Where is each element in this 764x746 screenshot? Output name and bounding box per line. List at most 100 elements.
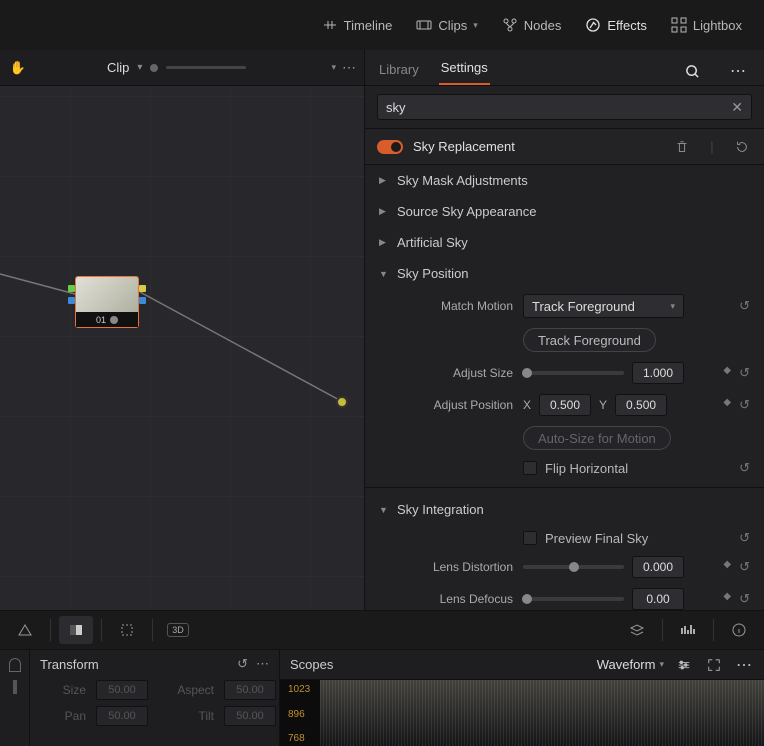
chevron-down-icon: ▼ — [379, 269, 389, 279]
adjust-position-y[interactable]: 0.500 — [615, 394, 667, 416]
reset-icon[interactable]: ↺ — [739, 298, 750, 314]
clips-button[interactable]: Clips ▾ — [406, 11, 487, 39]
3d-toggle[interactable]: 3D — [161, 616, 195, 644]
chevron-down-icon[interactable]: ▾ — [331, 62, 336, 73]
panel-options-icon[interactable]: ⋯ — [342, 59, 356, 76]
image-wipe-icon[interactable] — [59, 616, 93, 644]
flip-horizontal-checkbox[interactable] — [523, 461, 537, 475]
node-input-port[interactable] — [68, 297, 75, 304]
lens-distortion-value[interactable]: 0.000 — [632, 556, 684, 578]
node-input-port[interactable] — [68, 285, 75, 292]
effects-label: Effects — [607, 18, 647, 33]
tilt-value[interactable]: 50.00 — [224, 706, 276, 726]
keyframe-icon[interactable]: ◆ — [723, 397, 731, 413]
node-thumbnail — [76, 277, 138, 312]
lightbox-button[interactable]: Lightbox — [661, 11, 752, 39]
info-icon[interactable] — [722, 616, 756, 644]
lens-defocus-slider[interactable] — [523, 597, 624, 601]
scopes-panel: Scopes Waveform ▾ ⋯ 1023 896 768 — [280, 650, 764, 746]
panel-options-icon[interactable]: ⋯ — [256, 656, 269, 672]
reset-icon[interactable]: ↺ — [739, 460, 750, 476]
inspector-panel: Library Settings ⋯ ✕ Sky Replacement | ▶… — [365, 50, 764, 610]
node-panel: ✋ Clip ▾ ▾ ⋯ 01 — [0, 50, 365, 610]
track-foreground-button[interactable]: Track Foreground — [523, 328, 656, 352]
match-motion-select[interactable]: Track Foreground ▾ — [523, 294, 684, 318]
section-sky-integration[interactable]: ▼Sky Integration — [365, 494, 764, 525]
waveform-graphic — [320, 680, 764, 746]
section-sky-position[interactable]: ▼Sky Position — [365, 258, 764, 289]
scopes-title: Scopes — [290, 657, 333, 672]
tab-library[interactable]: Library — [377, 54, 421, 85]
lens-distortion-slider[interactable] — [523, 565, 624, 569]
reset-icon[interactable]: ↺ — [739, 530, 750, 546]
lens-defocus-value[interactable]: 0.00 — [632, 588, 684, 610]
clip-slider[interactable] — [166, 66, 246, 69]
node-output-port[interactable] — [139, 297, 146, 304]
search-text[interactable] — [386, 100, 723, 115]
adjust-position-x[interactable]: 0.500 — [539, 394, 591, 416]
tool-icon[interactable] — [13, 680, 17, 694]
keyframe-icon[interactable]: ◆ — [723, 365, 731, 381]
keyframe-icon[interactable]: ◆ — [723, 591, 731, 607]
expand-icon[interactable] — [704, 658, 724, 672]
section-artificial-sky[interactable]: ▶Artificial Sky — [365, 227, 764, 258]
shape-tool-icon[interactable] — [8, 616, 42, 644]
panel-options-icon[interactable]: ⋯ — [724, 57, 752, 85]
delete-effect-icon[interactable] — [672, 140, 692, 154]
size-value[interactable]: 50.00 — [96, 680, 148, 700]
tab-settings[interactable]: Settings — [439, 52, 490, 85]
size-label: Size — [40, 683, 86, 697]
reset-icon[interactable]: ↺ — [739, 397, 750, 413]
crop-icon[interactable] — [110, 616, 144, 644]
node-01[interactable]: 01 — [75, 276, 139, 328]
hand-tool-icon[interactable]: ✋ — [8, 60, 28, 76]
timeline-button[interactable]: Timeline — [312, 11, 403, 39]
x-label: X — [523, 398, 531, 412]
scope-mode-select[interactable]: Waveform ▾ — [597, 657, 664, 672]
section-source-sky[interactable]: ▶Source Sky Appearance — [365, 196, 764, 227]
reset-effect-icon[interactable] — [732, 140, 752, 154]
section-sky-mask[interactable]: ▶Sky Mask Adjustments — [365, 165, 764, 196]
chevron-down-icon: ▾ — [659, 659, 664, 670]
transform-title: Transform — [40, 657, 99, 672]
tilt-label: Tilt — [158, 709, 214, 723]
clip-mode-label[interactable]: Clip — [107, 60, 129, 75]
clip-dot — [150, 64, 158, 72]
chevron-down-icon[interactable]: ▾ — [137, 62, 142, 73]
chevron-down-icon: ▾ — [473, 20, 478, 31]
auto-size-button[interactable]: Auto-Size for Motion — [523, 426, 671, 450]
scope-tick: 896 — [288, 709, 318, 720]
nodes-icon — [502, 17, 518, 33]
scope-settings-icon[interactable] — [674, 658, 694, 672]
node-output-port[interactable] — [139, 285, 146, 292]
reset-icon[interactable]: ↺ — [739, 365, 750, 381]
scope-display[interactable]: 1023 896 768 — [280, 680, 764, 746]
reset-icon[interactable]: ↺ — [739, 559, 750, 575]
nodes-button[interactable]: Nodes — [492, 11, 572, 39]
aspect-value[interactable]: 50.00 — [224, 680, 276, 700]
aspect-label: Aspect — [158, 683, 214, 697]
layers-icon[interactable] — [620, 616, 654, 644]
waveform-icon[interactable] — [671, 616, 705, 644]
preview-final-checkbox[interactable] — [523, 531, 537, 545]
effect-title: Sky Replacement — [413, 139, 662, 154]
effect-enable-toggle[interactable] — [377, 140, 403, 154]
effects-search-input[interactable]: ✕ — [377, 94, 752, 120]
timeline-label: Timeline — [344, 18, 393, 33]
tool-icon[interactable] — [9, 658, 21, 672]
transform-panel: Transform ↺ ⋯ Size 50.00 Aspect 50.00 Pa… — [30, 650, 280, 746]
nodes-label: Nodes — [524, 18, 562, 33]
panel-options-icon[interactable]: ⋯ — [734, 655, 754, 675]
graph-output-node[interactable] — [336, 396, 348, 408]
adjust-size-slider[interactable] — [523, 371, 624, 375]
search-icon[interactable] — [678, 57, 706, 85]
node-graph-canvas[interactable]: 01 — [0, 86, 364, 610]
effects-button[interactable]: Effects — [575, 11, 657, 39]
adjust-size-value[interactable]: 1.000 — [632, 362, 684, 384]
reset-icon[interactable]: ↺ — [237, 656, 248, 672]
pan-label: Pan — [40, 709, 86, 723]
clear-search-icon[interactable]: ✕ — [731, 99, 743, 116]
pan-value[interactable]: 50.00 — [96, 706, 148, 726]
keyframe-icon[interactable]: ◆ — [723, 559, 731, 575]
reset-icon[interactable]: ↺ — [739, 591, 750, 607]
